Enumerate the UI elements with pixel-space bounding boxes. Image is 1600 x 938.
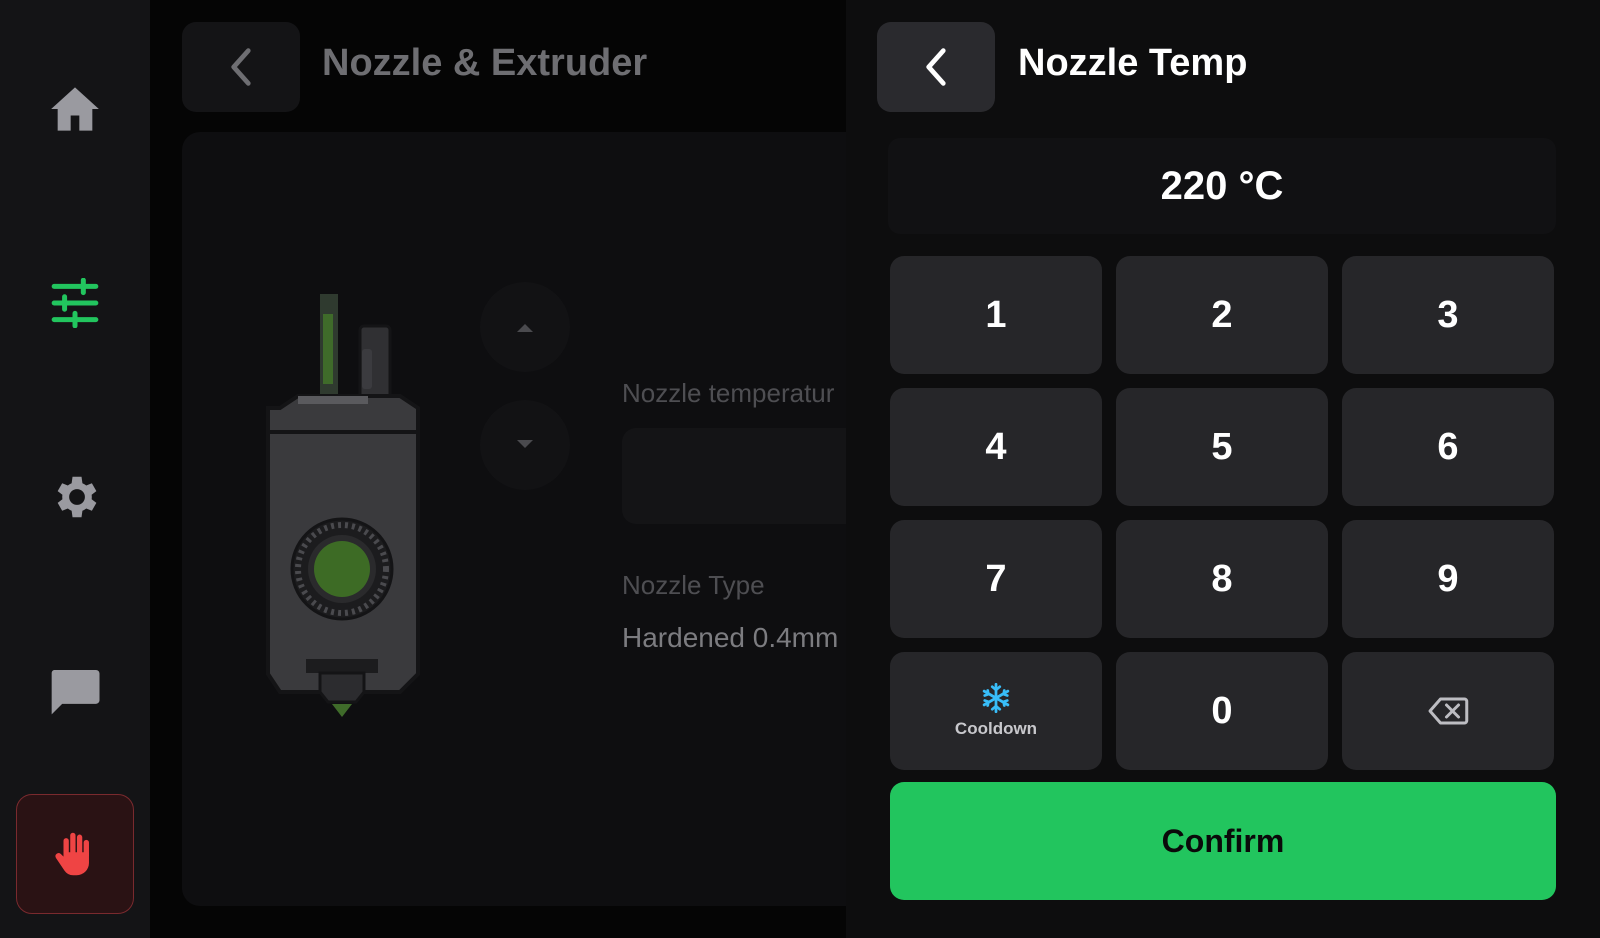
cooldown-button[interactable]: Cooldown	[890, 652, 1102, 770]
nozzle-temp-keypad-panel: Nozzle Temp 220 °C 1 2 3 4 5 6 7 8 9 Coo…	[846, 0, 1600, 938]
nozzle-extruder-panel: Nozzle & Extruder Nozzle temperatur Nozz…	[150, 0, 882, 938]
chevron-left-icon	[231, 48, 251, 86]
backspace-icon	[1428, 697, 1469, 725]
keypad-back-button[interactable]	[877, 22, 995, 112]
emergency-stop-button[interactable]	[16, 794, 134, 914]
key-3[interactable]: 3	[1342, 256, 1554, 374]
confirm-button[interactable]: Confirm	[890, 782, 1556, 900]
key-4[interactable]: 4	[890, 388, 1102, 506]
cooldown-label: Cooldown	[954, 719, 1038, 738]
sidebar-item-controls[interactable]	[16, 244, 134, 362]
sidebar-item-settings[interactable]	[16, 438, 134, 556]
key-9[interactable]: 9	[1342, 520, 1554, 638]
key-5[interactable]: 5	[1116, 388, 1328, 506]
app-root: Nozzle & Extruder Nozzle temperatur Nozz…	[0, 0, 1600, 938]
keypad-title: Nozzle Temp	[1018, 42, 1248, 84]
nozzle-temperature-label: Nozzle temperatur	[622, 378, 835, 408]
extruder-illustration	[266, 294, 420, 717]
temp-increase-button[interactable]	[480, 282, 570, 372]
temp-decrease-button[interactable]	[480, 400, 570, 490]
key-0[interactable]: 0	[1116, 652, 1328, 770]
key-6[interactable]: 6	[1342, 388, 1554, 506]
temperature-display: 220 °C	[888, 138, 1556, 234]
gear-icon	[57, 476, 97, 518]
home-icon	[51, 87, 99, 131]
caret-down-icon	[517, 440, 533, 448]
sidebar-item-messages[interactable]	[16, 632, 134, 750]
key-1[interactable]: 1	[890, 256, 1102, 374]
key-7[interactable]: 7	[890, 520, 1102, 638]
key-8[interactable]: 8	[1116, 520, 1328, 638]
key-2[interactable]: 2	[1116, 256, 1328, 374]
sidebar-item-home[interactable]	[16, 50, 134, 168]
page-title: Nozzle & Extruder	[322, 42, 648, 84]
caret-up-icon	[517, 324, 533, 332]
hand-stop-icon	[55, 832, 89, 876]
chat-icon	[51, 670, 100, 715]
sidebar	[0, 0, 150, 938]
tune-icon	[51, 278, 99, 328]
chevron-left-icon	[926, 48, 946, 86]
back-button[interactable]	[182, 22, 300, 112]
nozzle-type-value: Hardened 0.4mm	[622, 622, 839, 653]
nozzle-type-label: Nozzle Type	[622, 570, 765, 600]
nozzle-temperature-field[interactable]	[622, 428, 882, 524]
backspace-button[interactable]	[1342, 652, 1554, 770]
snowflake-icon	[982, 683, 1010, 713]
